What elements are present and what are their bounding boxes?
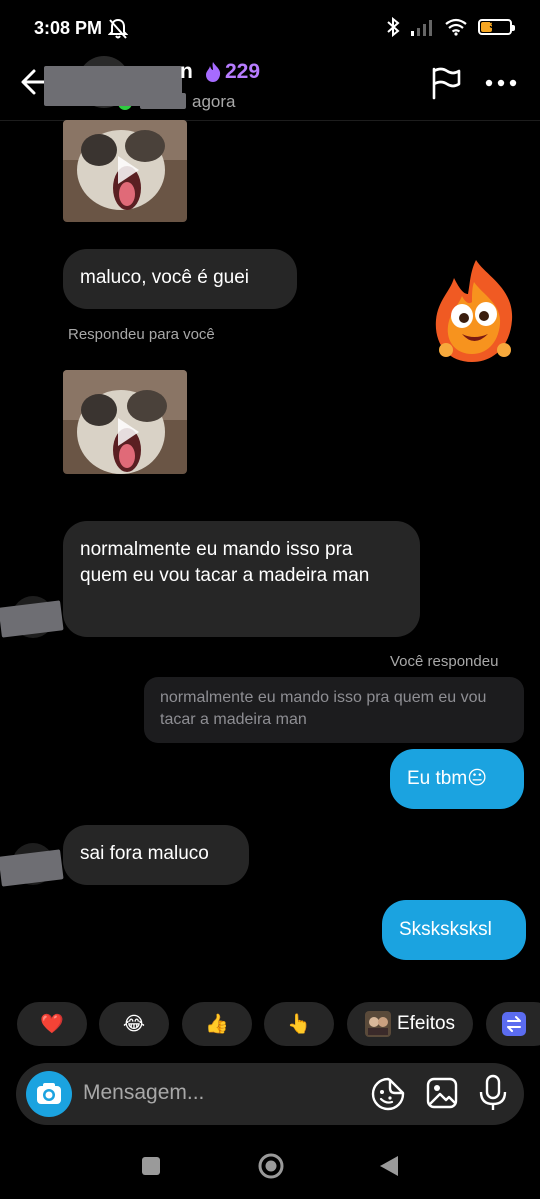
message-text: Eu tbm😐 xyxy=(407,768,487,789)
translate-button[interactable] xyxy=(486,1002,540,1046)
quoted-message: normalmente eu mando isso pra quem eu vo… xyxy=(144,677,524,743)
recents-button[interactable] xyxy=(142,1157,160,1175)
sticker-icon[interactable] xyxy=(370,1076,406,1112)
redacted-avatar xyxy=(0,849,64,887)
effects-label: Efeitos xyxy=(396,1013,456,1034)
translate-icon xyxy=(502,1012,526,1036)
message-text: sai fora maluco xyxy=(80,843,209,864)
incoming-message-bubble[interactable]: sai fora maluco xyxy=(63,825,249,885)
quick-reaction-thumbs-up[interactable]: 👍 xyxy=(182,1002,252,1046)
microphone-icon[interactable] xyxy=(478,1074,508,1112)
outgoing-message-bubble[interactable]: Sksksksksl xyxy=(382,900,526,960)
reply-label: Respondeu para você xyxy=(68,326,215,343)
flame-icon xyxy=(206,62,221,82)
flag-icon[interactable] xyxy=(430,66,462,100)
quick-reaction-laugh[interactable]: 😂 xyxy=(99,1002,169,1046)
quick-reaction-heart[interactable]: ❤️ xyxy=(17,1002,87,1046)
contact-status: agora xyxy=(192,92,236,111)
gallery-icon[interactable] xyxy=(425,1076,459,1110)
home-button[interactable] xyxy=(258,1153,284,1179)
redacted-avatar xyxy=(0,600,64,638)
message-text: Sksksksksl xyxy=(399,919,492,940)
more-icon[interactable] xyxy=(484,78,518,88)
redacted-status xyxy=(140,93,186,109)
point-up-icon: 👆 xyxy=(287,1014,311,1035)
camera-button[interactable] xyxy=(26,1071,72,1117)
back-button[interactable] xyxy=(378,1154,400,1178)
reply-label: Você respondeu xyxy=(390,653,499,670)
cat-video-image xyxy=(63,370,187,474)
message-text: normalmente eu mando isso pra quem eu vo… xyxy=(80,539,370,586)
battery-icon: 39 xyxy=(478,19,515,35)
streak-count: 229 xyxy=(225,60,261,83)
effects-thumbnail-icon xyxy=(364,1011,391,1037)
outgoing-message-bubble[interactable]: Eu tbm😐 xyxy=(390,749,524,809)
status-icons: 39 xyxy=(386,17,515,37)
camera-icon xyxy=(37,1083,61,1104)
effects-button[interactable]: Efeitos xyxy=(347,1002,473,1046)
laughing-emoji-icon: 😂 xyxy=(122,1013,146,1035)
message-text: maluco, você é guei xyxy=(80,267,249,288)
battery-level: 39 xyxy=(489,20,501,31)
bluetooth-icon xyxy=(387,17,400,37)
incoming-message-bubble[interactable]: normalmente eu mando isso pra quem eu vo… xyxy=(63,521,420,637)
signal-icon xyxy=(411,20,432,36)
flame-sticker xyxy=(435,260,513,362)
incoming-message-bubble[interactable]: maluco, você é guei xyxy=(63,249,297,309)
wifi-icon xyxy=(445,18,467,36)
video-message-thumbnail[interactable] xyxy=(63,120,187,222)
contact-name[interactable]: n xyxy=(180,60,193,84)
streak-badge: 229 xyxy=(204,60,260,84)
status-time: 3:08 PM xyxy=(34,18,103,38)
video-message-thumbnail[interactable] xyxy=(63,370,187,474)
thumbs-up-icon: 👍 xyxy=(205,1014,229,1035)
bell-off-icon xyxy=(108,18,128,39)
quick-reaction-point-up[interactable]: 👆 xyxy=(264,1002,334,1046)
heart-icon: ❤️ xyxy=(40,1014,64,1035)
cat-video-image xyxy=(63,120,187,222)
message-input[interactable]: Mensagem... xyxy=(83,1081,204,1105)
quoted-text: normalmente eu mando isso pra quem eu vo… xyxy=(160,689,487,728)
